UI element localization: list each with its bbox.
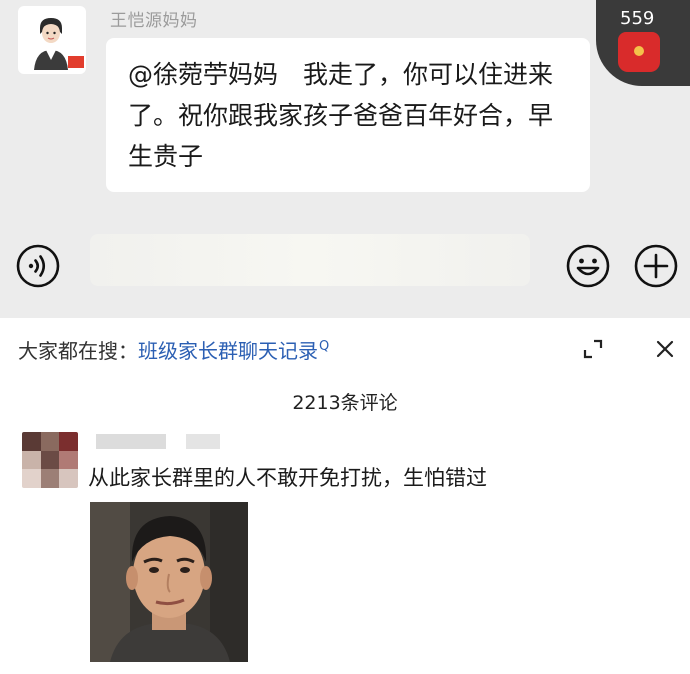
red-packet-count: 559 <box>620 8 655 29</box>
expand-icon[interactable] <box>582 338 604 360</box>
comment-image[interactable] <box>90 502 248 662</box>
red-packet-icon <box>618 32 660 72</box>
voice-icon[interactable] <box>16 244 60 288</box>
message-bubble[interactable]: @徐菀苧妈妈 我走了，你可以住进来了。祝你跟我家孩子爸爸百年好合，早生贵子 <box>106 38 590 192</box>
comment-count: 2213条评论 <box>292 392 398 414</box>
comment-sheet: 大家都在搜：班级家长群聊天记录Q 2213条评论 从此家长群里的人不敢开免打扰，… <box>0 318 690 674</box>
sender-name: 王恺源妈妈 <box>110 11 198 31</box>
blurred-input-area <box>90 234 530 286</box>
man-portrait-image <box>90 502 248 662</box>
sender-avatar[interactable] <box>18 6 86 74</box>
commenter-avatar[interactable] <box>22 432 78 488</box>
cartoon-face-icon <box>40 18 62 43</box>
search-icon: Q <box>319 339 330 354</box>
chat-screenshot: 王恺源妈妈 @徐菀苧妈妈 我走了，你可以住进来了。祝你跟我家孩子爸爸百年好合，早… <box>0 0 690 318</box>
trending-search[interactable]: 大家都在搜：班级家长群聊天记录Q <box>18 335 329 364</box>
trending-search-prefix: 大家都在搜： <box>18 339 138 363</box>
cartoon-body-icon <box>34 50 68 70</box>
emoji-icon[interactable] <box>566 244 610 288</box>
red-packet-button[interactable]: 559 <box>596 0 690 86</box>
comment-text: 从此家长群里的人不敢开免打扰，生怕错过 <box>88 466 487 490</box>
message-text: @徐菀苧妈妈 我走了，你可以住进来了。祝你跟我家孩子爸爸百年好合，早生贵子 <box>128 60 554 171</box>
commenter-name-blurred[interactable] <box>96 434 166 449</box>
screen: 王恺源妈妈 @徐菀苧妈妈 我走了，你可以住进来了。祝你跟我家孩子爸爸百年好合，早… <box>0 0 690 674</box>
flag-icon <box>68 56 84 68</box>
close-icon[interactable] <box>654 338 676 360</box>
plus-icon[interactable] <box>634 244 678 288</box>
trending-search-query[interactable]: 班级家长群聊天记录 <box>138 339 318 363</box>
commenter-meta-blurred <box>186 434 220 449</box>
